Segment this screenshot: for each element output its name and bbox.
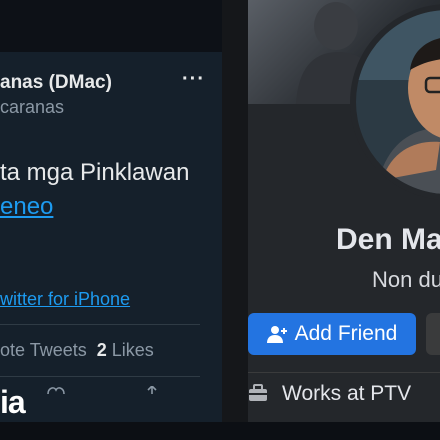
profile-subtitle: Non du	[372, 267, 440, 292]
watermark-logo: ia	[0, 384, 26, 420]
tweet-source-link[interactable]: witter for iPhone	[0, 289, 130, 310]
briefcase-icon	[249, 384, 267, 401]
tweet-text-line: ta mga Pinklawan	[0, 159, 190, 186]
share-icon[interactable]	[146, 386, 158, 394]
message-button[interactable]	[426, 313, 440, 355]
tweet-stats: ote Tweets 2 Likes	[0, 340, 154, 361]
tweet-author-handle[interactable]: caranas	[0, 97, 64, 118]
tweet-author-name[interactable]: anas (DMac)	[0, 72, 112, 94]
heart-icon[interactable]	[46, 386, 66, 394]
more-options-icon[interactable]: ···	[182, 68, 205, 91]
profile-name: Den Ma	[336, 223, 440, 256]
add-friend-label: Add Friend	[294, 322, 398, 345]
divider	[0, 324, 200, 325]
work-info: Works at PTV	[282, 382, 412, 405]
bottom-bar	[0, 422, 440, 440]
likes-label[interactable]: Likes	[112, 340, 154, 360]
divider	[0, 376, 200, 377]
add-friend-button[interactable]: Add Friend	[248, 313, 416, 355]
add-person-icon	[266, 326, 287, 343]
divider	[248, 372, 440, 373]
panel-edge	[222, 0, 248, 440]
tweet-hashtag-link[interactable]: eneo	[0, 193, 53, 221]
facebook-profile-panel: Den Ma Non du Add Friend Works at PTV	[222, 0, 440, 440]
quote-tweets-label[interactable]: ote Tweets	[0, 340, 87, 360]
likes-count[interactable]: 2	[97, 340, 107, 360]
tweet-top-bar	[0, 0, 222, 52]
tweet-panel: anas (DMac) caranas ··· ta mga Pinklawan…	[0, 0, 222, 440]
